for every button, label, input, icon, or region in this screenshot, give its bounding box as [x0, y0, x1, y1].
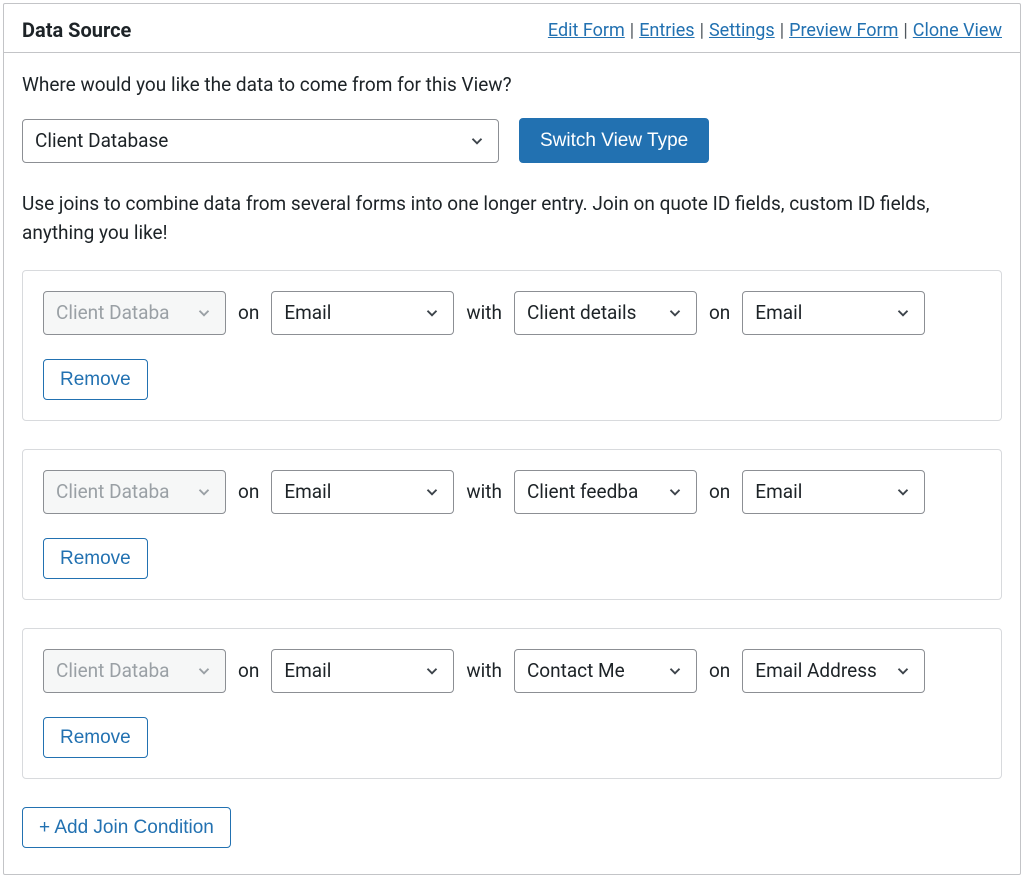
chevron-down-icon	[666, 662, 684, 680]
join-target-form-select[interactable]: Client feedba	[514, 470, 697, 514]
source-prompt: Where would you like the data to come fr…	[22, 73, 1002, 96]
separator: |	[903, 20, 907, 41]
join-target-field-select[interactable]: Email	[742, 470, 925, 514]
join-condition-card: Client Databa on Email with Client feedba on E…	[22, 449, 1002, 600]
source-select-value: Client Database	[35, 129, 168, 152]
source-select[interactable]: Client Database	[22, 119, 499, 163]
settings-link[interactable]: Settings	[709, 20, 775, 41]
panel-header: Data Source Edit Form|Entries|Settings|P…	[4, 4, 1020, 53]
join-target-field-select-value: Email	[755, 480, 802, 503]
keyword-with: with	[466, 480, 502, 503]
chevron-down-icon	[666, 483, 684, 501]
separator: |	[700, 20, 704, 41]
chevron-down-icon	[468, 132, 486, 150]
chevron-down-icon	[423, 483, 441, 501]
clone-view-link[interactable]: Clone View	[913, 20, 1002, 41]
join-source-db-select: Client Databa	[43, 649, 226, 693]
source-row: Client Database Switch View Type	[22, 118, 1002, 163]
keyword-on: on	[709, 301, 730, 324]
join-source-db-select-value: Client Databa	[56, 659, 169, 682]
header-links: Edit Form|Entries|Settings|Preview Form|…	[548, 20, 1002, 41]
remove-button[interactable]: Remove	[43, 359, 148, 400]
chevron-down-icon	[894, 662, 912, 680]
remove-button[interactable]: Remove	[43, 538, 148, 579]
preview-form-link[interactable]: Preview Form	[789, 20, 898, 41]
join-row: Client Databa on Email with Client feedba on E…	[43, 470, 981, 514]
join-target-form-select-value: Contact Me	[527, 659, 625, 682]
chevron-down-icon	[423, 662, 441, 680]
keyword-with: with	[466, 301, 502, 324]
join-target-form-select-value: Client feedba	[527, 480, 638, 503]
keyword-on: on	[709, 659, 730, 682]
remove-button[interactable]: Remove	[43, 717, 148, 758]
keyword-on: on	[238, 301, 259, 324]
separator: |	[780, 20, 784, 41]
join-source-db-select: Client Databa	[43, 291, 226, 335]
join-target-form-select[interactable]: Contact Me	[514, 649, 697, 693]
join-source-db-select-value: Client Databa	[56, 480, 169, 503]
switch-view-type-button[interactable]: Switch View Type	[519, 118, 709, 163]
join-target-form-select[interactable]: Client details	[514, 291, 697, 335]
data-source-panel: Data Source Edit Form|Entries|Settings|P…	[3, 3, 1021, 875]
chevron-down-icon	[894, 483, 912, 501]
join-condition-card: Client Databa on Email with Contact Me on Emai…	[22, 628, 1002, 779]
join-source-field-select-value: Email	[284, 301, 331, 324]
chevron-down-icon	[666, 304, 684, 322]
join-source-field-select[interactable]: Email	[271, 649, 454, 693]
join-source-db-select-value: Client Databa	[56, 301, 169, 324]
keyword-on: on	[238, 659, 259, 682]
chevron-down-icon	[195, 304, 213, 322]
separator: |	[630, 20, 634, 41]
join-source-field-select-value: Email	[284, 659, 331, 682]
add-join-condition-button[interactable]: + Add Join Condition	[22, 807, 231, 848]
edit-form-link[interactable]: Edit Form	[548, 20, 625, 41]
join-target-field-select[interactable]: Email Address	[742, 649, 925, 693]
chevron-down-icon	[195, 662, 213, 680]
panel-body: Where would you like the data to come fr…	[4, 53, 1020, 874]
join-source-field-select-value: Email	[284, 480, 331, 503]
keyword-with: with	[466, 659, 502, 682]
join-source-field-select[interactable]: Email	[271, 291, 454, 335]
keyword-on: on	[709, 480, 730, 503]
join-row: Client Databa on Email with Contact Me on Emai…	[43, 649, 981, 693]
chevron-down-icon	[894, 304, 912, 322]
join-target-field-select[interactable]: Email	[742, 291, 925, 335]
join-target-field-select-value: Email	[755, 301, 802, 324]
join-condition-card: Client Databa on Email with Client details on…	[22, 270, 1002, 421]
join-target-field-select-value: Email Address	[755, 659, 877, 682]
chevron-down-icon	[423, 304, 441, 322]
join-source-field-select[interactable]: Email	[271, 470, 454, 514]
keyword-on: on	[238, 480, 259, 503]
panel-title: Data Source	[22, 18, 131, 42]
join-row: Client Databa on Email with Client details on…	[43, 291, 981, 335]
help-text: Use joins to combine data from several f…	[22, 189, 1002, 248]
chevron-down-icon	[195, 483, 213, 501]
join-target-form-select-value: Client details	[527, 301, 637, 324]
join-source-db-select: Client Databa	[43, 470, 226, 514]
entries-link[interactable]: Entries	[639, 20, 694, 41]
